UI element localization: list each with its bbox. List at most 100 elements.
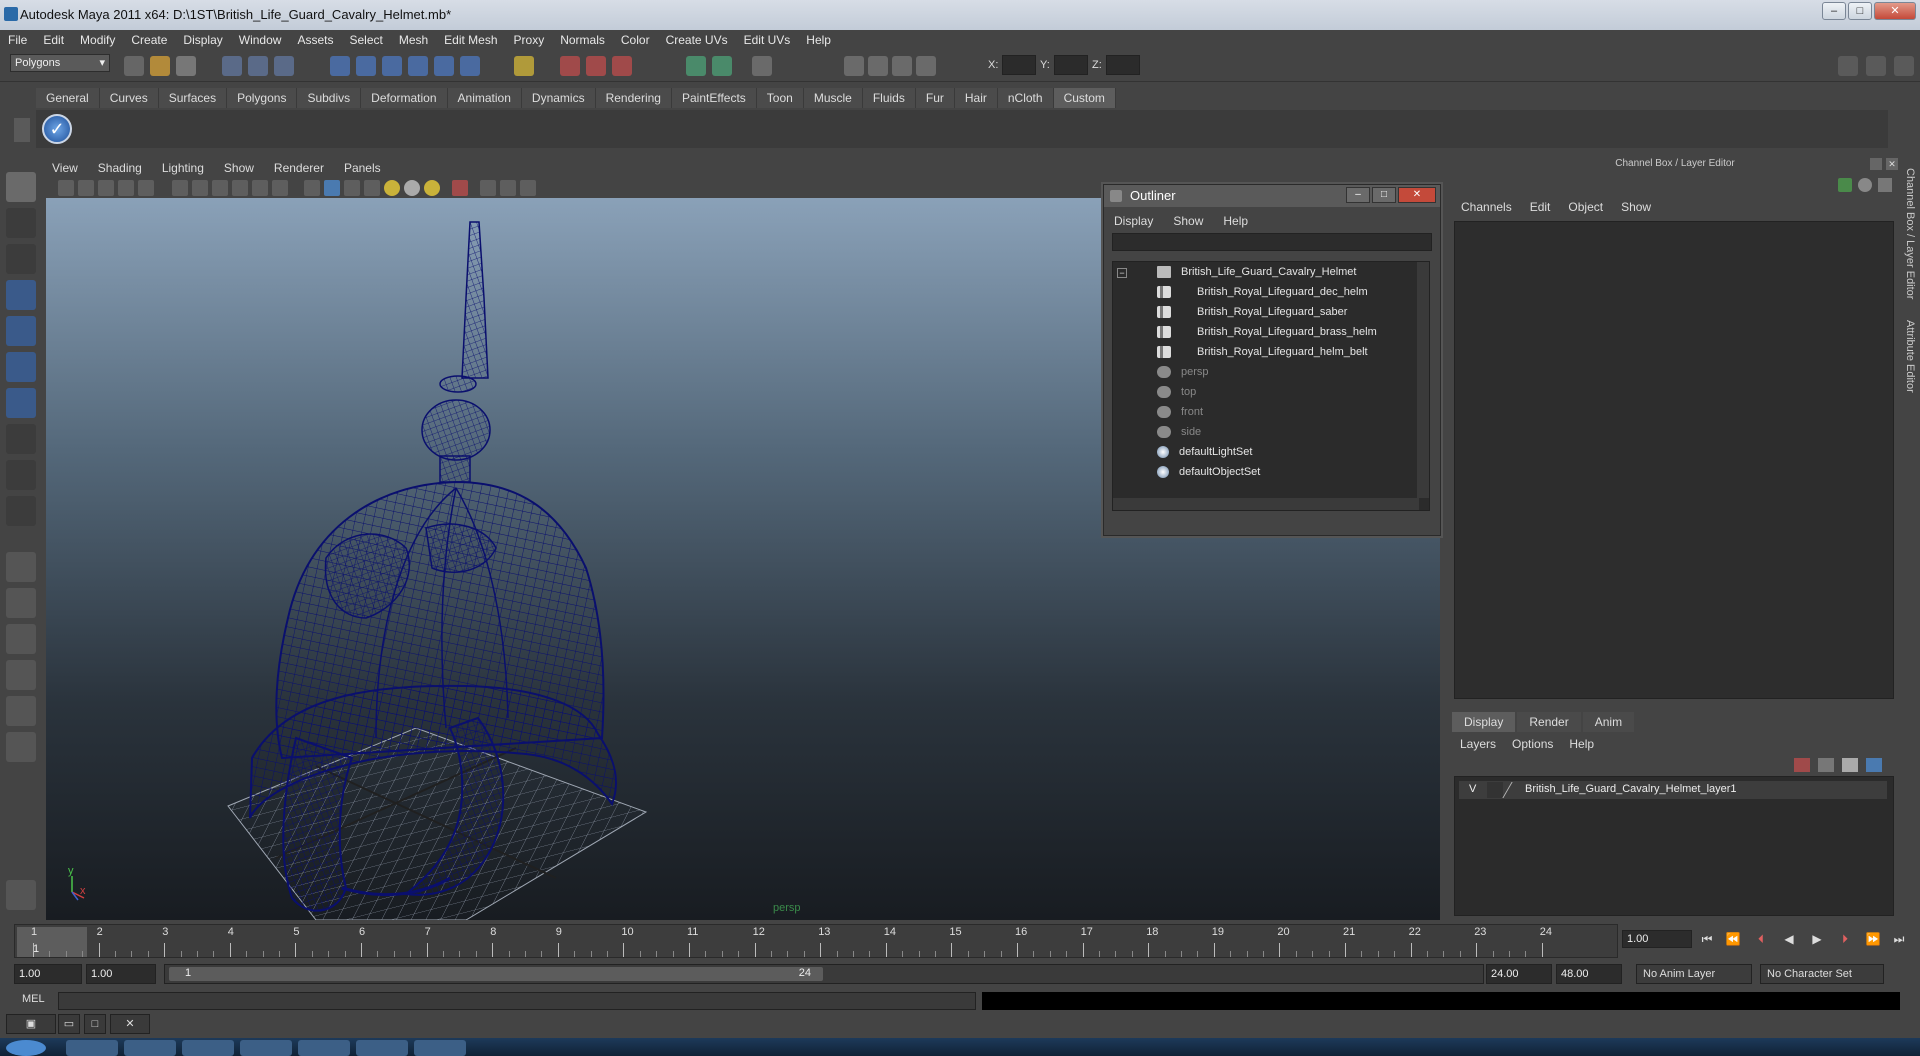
outliner-item-dec-helm[interactable]: British_Royal_Lifeguard_dec_helm <box>1157 282 1368 302</box>
z-input[interactable] <box>1106 55 1140 75</box>
viewport-menu-shading[interactable]: Shading <box>88 158 152 178</box>
side-tab-attribute-editor[interactable]: Attribute Editor <box>1904 320 1916 393</box>
grid-icon[interactable] <box>138 180 154 196</box>
new-layer-from-selection-icon[interactable] <box>1818 758 1834 772</box>
lasso-tool-icon[interactable] <box>6 208 36 238</box>
bookmark-icon[interactable] <box>98 180 114 196</box>
current-time-field[interactable]: 1.00 <box>1622 930 1692 948</box>
render-frame-icon[interactable] <box>560 56 580 76</box>
backface-icon[interactable] <box>520 180 536 196</box>
textured-icon[interactable] <box>364 180 380 196</box>
smooth-shade-icon[interactable] <box>324 180 340 196</box>
collapse-toggle[interactable]: − <box>1117 268 1127 278</box>
layer-menu-help[interactable]: Help <box>1561 734 1602 754</box>
outliner-item-helm-belt[interactable]: British_Royal_Lifeguard_helm_belt <box>1157 342 1368 362</box>
lock-icon[interactable] <box>514 56 534 76</box>
tab-fluids[interactable]: Fluids <box>862 88 916 108</box>
y-input[interactable] <box>1054 55 1088 75</box>
select-object-icon[interactable] <box>248 56 268 76</box>
play-backward-icon[interactable]: ◀ <box>1780 932 1798 948</box>
restore-window-icon[interactable]: ▭ <box>58 1014 80 1034</box>
float-panel-icon[interactable] <box>1870 158 1882 170</box>
xray-joints-icon[interactable] <box>500 180 516 196</box>
tab-display-layers[interactable]: Display <box>1452 712 1516 732</box>
help-tool-icon[interactable] <box>6 880 36 910</box>
close-button[interactable]: ✕ <box>1874 2 1916 20</box>
outliner-item-persp[interactable]: persp <box>1157 362 1209 382</box>
menu-set-dropdown[interactable]: Polygons ▾ <box>10 54 110 72</box>
command-input[interactable] <box>58 992 976 1010</box>
outliner-item-brass-helm[interactable]: British_Royal_Lifeguard_brass_helm <box>1157 322 1377 342</box>
outliner-item-helmet-group[interactable]: British_Life_Guard_Cavalry_Helmet <box>1157 262 1356 282</box>
anim-layer-dropdown[interactable]: No Anim Layer <box>1636 964 1752 984</box>
isolate-select-icon[interactable] <box>452 180 468 196</box>
tab-general[interactable]: General <box>36 88 100 108</box>
tab-painteffects[interactable]: PaintEffects <box>671 88 757 108</box>
toggle-channel-box-icon[interactable] <box>1894 56 1914 76</box>
layer-move-up-icon[interactable] <box>1842 758 1858 772</box>
channel-box-menu-object[interactable]: Object <box>1559 197 1612 217</box>
wireframe-on-shaded-icon[interactable] <box>344 180 360 196</box>
taskbar-app-7[interactable] <box>414 1040 466 1056</box>
play-forward-icon[interactable]: ▶ <box>1808 932 1826 948</box>
taskbar-app-6[interactable] <box>356 1040 408 1056</box>
outliner-vertical-scrollbar[interactable] <box>1417 262 1429 498</box>
mel-label[interactable]: MEL <box>22 993 45 1005</box>
hypershade-icon[interactable] <box>892 56 912 76</box>
menu-edit-uvs[interactable]: Edit UVs <box>736 30 799 50</box>
channel-box-menu-channels[interactable]: Channels <box>1452 197 1521 217</box>
channel-box-mode-icon[interactable] <box>1838 178 1852 192</box>
outliner-item-saber[interactable]: British_Royal_Lifeguard_saber <box>1157 302 1347 322</box>
menu-color[interactable]: Color <box>613 30 658 50</box>
menu-create[interactable]: Create <box>123 30 175 50</box>
custom-shelf-check-icon[interactable]: ✓ <box>42 114 72 144</box>
taskbar-app-3[interactable] <box>182 1040 234 1056</box>
history-icon[interactable] <box>460 56 480 76</box>
maximize-window-icon[interactable]: □ <box>84 1014 106 1034</box>
viewport-menu-show[interactable]: Show <box>214 158 264 178</box>
layer-type-toggle[interactable] <box>1487 782 1503 798</box>
tab-muscle[interactable]: Muscle <box>803 88 863 108</box>
channel-box-menu-show[interactable]: Show <box>1612 197 1660 217</box>
tab-subdivs[interactable]: Subdivs <box>297 88 362 108</box>
resolution-gate-icon[interactable] <box>192 180 208 196</box>
graph-editor-icon[interactable] <box>916 56 936 76</box>
step-forward-key-icon[interactable]: ⏩ <box>1864 932 1882 948</box>
character-set-dropdown[interactable]: No Character Set <box>1760 964 1884 984</box>
close-panel-icon[interactable]: ✕ <box>1886 158 1898 170</box>
go-to-start-icon[interactable]: ⏮ <box>1698 932 1716 948</box>
menu-display[interactable]: Display <box>175 30 230 50</box>
tab-ncloth[interactable]: nCloth <box>997 88 1054 108</box>
tab-rendering[interactable]: Rendering <box>595 88 672 108</box>
channel-box-area[interactable] <box>1454 221 1894 699</box>
layer-visibility-toggle[interactable]: V <box>1469 783 1476 795</box>
outliner-item-default-object-set[interactable]: defaultObjectSet <box>1157 462 1260 482</box>
hypershade-layout-icon[interactable] <box>6 696 36 726</box>
all-lights-icon[interactable] <box>424 180 440 196</box>
tab-fur[interactable]: Fur <box>915 88 955 108</box>
save-scene-icon[interactable] <box>176 56 196 76</box>
ipr-render-icon[interactable] <box>586 56 606 76</box>
tab-render-layers[interactable]: Render <box>1517 712 1581 732</box>
tab-animation[interactable]: Animation <box>447 88 522 108</box>
single-pane-layout-icon[interactable] <box>6 552 36 582</box>
outliner-menu-display[interactable]: Display <box>1104 211 1163 231</box>
scale-tool-icon[interactable] <box>6 352 36 382</box>
minimized-outliner-button[interactable]: ▣ <box>6 1014 56 1034</box>
open-scene-icon[interactable] <box>150 56 170 76</box>
gate-mask-icon[interactable] <box>212 180 228 196</box>
toggle-attribute-editor-icon[interactable] <box>1838 56 1858 76</box>
snap-surface-icon[interactable] <box>434 56 454 76</box>
step-back-frame-icon[interactable]: ⏴ <box>1752 932 1770 948</box>
shelf-menu-icon[interactable] <box>14 118 30 142</box>
x-input[interactable] <box>1002 55 1036 75</box>
step-forward-frame-icon[interactable]: ⏵ <box>1836 932 1854 948</box>
taskbar-app-2[interactable] <box>124 1040 176 1056</box>
tab-hair[interactable]: Hair <box>954 88 998 108</box>
select-component-icon[interactable] <box>274 56 294 76</box>
outliner-layout-icon[interactable] <box>6 624 36 654</box>
end-range-field[interactable]: 24.00 <box>1486 964 1552 984</box>
sculpt-icon[interactable] <box>868 56 888 76</box>
outliner-filter-input[interactable] <box>1112 233 1432 251</box>
menu-help[interactable]: Help <box>798 30 839 50</box>
